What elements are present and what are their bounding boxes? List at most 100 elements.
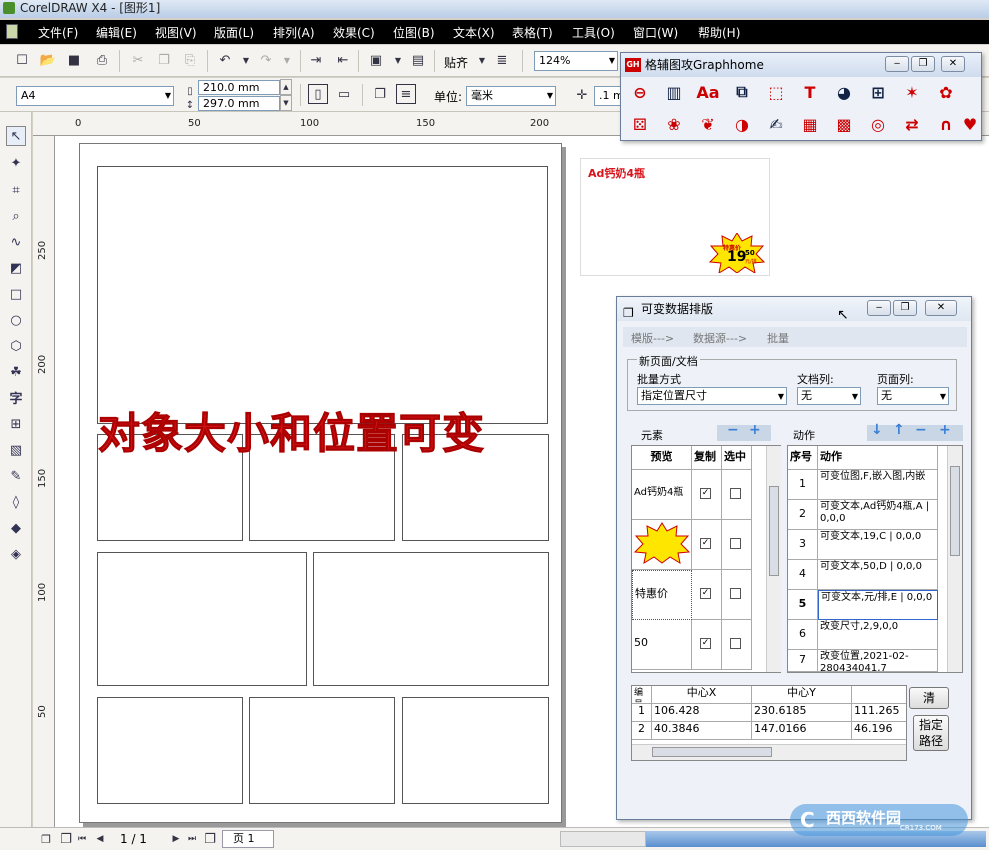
pie-icon[interactable]: ◕ [833,81,855,103]
landscape-icon[interactable]: ▭ [334,84,354,104]
print-icon[interactable]: ⎙ [92,50,112,70]
grid-icon[interactable]: ▩ [833,113,855,135]
ocr-icon[interactable]: ✶ [901,81,923,103]
close-icon[interactable]: ✕ [941,56,965,72]
current-page-icon[interactable]: ≡ [396,84,416,104]
element-preview[interactable]: 特惠价 [632,570,692,620]
frame-row4-right[interactable] [402,697,549,804]
grid-select-icon[interactable]: ⬚ [765,81,787,103]
move-down-icon[interactable]: ↓ [871,422,883,438]
snap-dropdown-icon[interactable]: ▼ [472,50,492,70]
remove-element-icon[interactable]: − [727,422,739,438]
text-tool-icon[interactable]: 字 [6,387,26,407]
element-preview[interactable]: Ad钙奶4瓶 [632,470,692,520]
menu-help[interactable]: 帮助(H) [698,24,740,41]
action-text-selected[interactable]: 可变文本,元/排,E | 0,0,0 [818,590,938,620]
frame-row3-right[interactable] [313,552,549,686]
outline-tool-icon[interactable]: ◊ [6,492,26,512]
template-preview[interactable]: Ad钙奶4瓶 特惠价 19 50 元/排 [580,158,770,276]
barcode-icon[interactable]: ▥ [663,81,685,103]
nudge-input[interactable]: .1 mm [594,86,622,106]
frames-icon[interactable]: ⧉ [731,81,753,103]
width-cell[interactable]: 46.196 [852,722,906,740]
redo-dropdown-icon[interactable]: ▼ [277,50,297,70]
scroll-thumb[interactable] [652,747,772,757]
document-icon[interactable] [6,24,18,39]
last-page-icon[interactable]: ⏭ [182,829,202,849]
center-x-cell[interactable]: 106.428 [652,704,752,722]
restore-button[interactable]: ❐ [893,300,917,316]
close-icon[interactable]: ✕ [925,300,957,316]
action-text[interactable]: 可变文本,50,D | 0,0,0 [818,560,938,590]
clear-button[interactable]: 清 [909,687,949,709]
page-col-select[interactable]: 无 ▼ [877,387,949,405]
frame-row4-left[interactable] [97,697,243,804]
prev-page-icon[interactable]: ◀ [90,829,110,849]
edit-icon[interactable]: ✍ [765,113,787,135]
interactive-blend-icon[interactable]: ▧ [6,440,26,460]
fill-tool-icon[interactable]: ◆ [6,518,26,538]
positions-hscrollbar[interactable] [632,744,906,760]
table-icon[interactable]: ⊞ [867,81,889,103]
frame-top[interactable] [97,166,548,424]
menu-tools[interactable]: 工具(O) [572,24,615,41]
page-height-input[interactable]: 297.0 mm [198,96,280,111]
all-pages-icon[interactable]: ❐ [370,84,390,104]
copy-checkbox[interactable]: ✓ [700,638,711,649]
puzzle-icon[interactable]: ✿ [935,81,957,103]
flower-icon[interactable]: ❀ [663,113,685,135]
options-icon[interactable]: ≣ [492,50,512,70]
table-tool-icon[interactable]: ⊞ [6,414,26,434]
doc-col-select[interactable]: 无 ▼ [797,387,861,405]
height-spinner-icon[interactable]: ▼ [280,95,292,111]
zoom-select[interactable]: 124% ▼ [534,51,618,71]
copy-icon[interactable]: ❐ [154,50,174,70]
unit-select[interactable]: 毫米 ▼ [466,86,556,106]
copy-checkbox[interactable]: ✓ [700,588,711,599]
basic-shapes-icon[interactable]: ☘ [6,362,26,382]
menu-file[interactable]: 文件(F) [38,24,78,41]
first-page-icon[interactable]: ⏮ [72,829,92,849]
eyedropper-icon[interactable]: ✎ [6,466,26,486]
page-width-input[interactable]: 210.0 mm [198,80,280,95]
action-text[interactable]: 可变位图,F,嵌入图,内嵌 [818,470,938,500]
tab-template[interactable]: 模版---> [631,330,674,346]
save-icon[interactable]: ■ [64,50,84,70]
freehand-tool-icon[interactable]: ∿ [6,232,26,252]
menu-text[interactable]: 文本(X) [453,24,495,41]
page-size-select[interactable]: A4 ▼ [16,86,174,106]
menu-edit[interactable]: 编辑(E) [96,24,137,41]
select-checkbox[interactable] [730,638,741,649]
set-path-button[interactable]: 指定路径 [913,715,949,751]
action-text[interactable]: 改变位置,2021-02-280434041,7 [818,650,938,672]
menu-window[interactable]: 窗口(W) [633,24,678,41]
ellipse-tool-icon[interactable]: ○ [6,310,26,330]
element-preview[interactable]: 50 [632,620,692,670]
welcome-screen-icon[interactable]: ▤ [408,50,428,70]
add-page-after-icon[interactable]: ❐ [200,829,220,849]
text-down-icon[interactable]: T [799,81,821,103]
zoom-tool-icon[interactable]: ⌕ [6,206,26,226]
menu-table[interactable]: 表格(T) [512,24,553,41]
open-icon[interactable]: 📂 [38,50,58,70]
action-text[interactable]: 可变文本,Ad钙奶4瓶,A | 0,0,0 [818,500,938,530]
elements-scrollbar[interactable] [766,446,781,672]
export-icon[interactable]: ⇤ [333,50,353,70]
new-icon[interactable]: ☐ [12,50,32,70]
move-up-icon[interactable]: ↑ [893,422,905,438]
smart-fill-icon[interactable]: ◩ [6,258,26,278]
dice-icon[interactable]: ⚄ [629,113,651,135]
application-launcher-icon[interactable]: ▣ [366,50,386,70]
element-preview[interactable] [632,520,692,570]
portrait-icon[interactable]: ▯ [308,84,328,104]
no-entry-icon[interactable]: ⊖ [629,81,651,103]
import-icon[interactable]: ⇥ [306,50,326,70]
arrows-icon[interactable]: ⇄ [901,113,923,135]
restore-button[interactable]: ❐ [911,56,935,72]
remove-action-icon[interactable]: − [915,422,927,438]
canvas-hscrollbar[interactable] [560,831,646,847]
center-y-cell[interactable]: 230.6185 [752,704,852,722]
center-x-cell[interactable]: 40.3846 [652,722,752,740]
snap-label[interactable]: 贴齐 [444,54,468,71]
add-element-icon[interactable]: + [749,422,761,438]
